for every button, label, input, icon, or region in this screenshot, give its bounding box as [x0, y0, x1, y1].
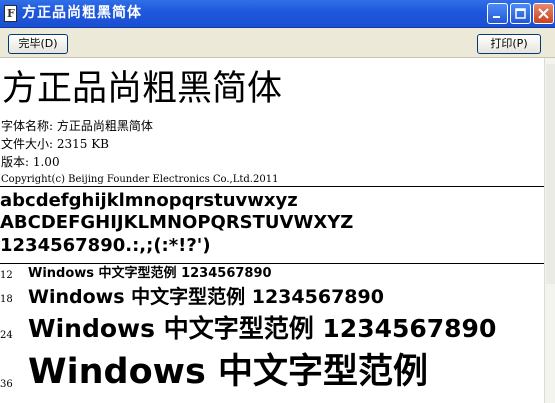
- version-line: 版本: 1.00: [1, 155, 60, 169]
- font-file-icon: F: [4, 5, 17, 22]
- sample-text-36: Windows 中文字型范例: [28, 352, 428, 392]
- size-label-18: 18: [0, 294, 13, 305]
- sample-text-18: Windows 中文字型范例 1234567890: [28, 286, 384, 308]
- copyright-line: Copyright(c) Beijing Founder Electronics…: [1, 174, 279, 185]
- done-button[interactable]: 完毕(D): [8, 34, 68, 54]
- maximize-icon: [515, 8, 526, 19]
- size-label-24: 24: [0, 330, 13, 341]
- window-title: 方正品尚粗黑简体: [22, 5, 142, 21]
- sample-text-24: Windows 中文字型范例 1234567890: [28, 314, 497, 343]
- uppercase-sample: ABCDEFGHIJKLMNOPQRSTUVWXYZ: [0, 212, 354, 233]
- close-button[interactable]: [533, 3, 554, 24]
- scroll-thumb[interactable]: [546, 64, 555, 284]
- title-bar[interactable]: F 方正品尚粗黑简体: [0, 0, 555, 28]
- digits-sample: 1234567890.:,;(:*!?'): [0, 235, 211, 256]
- minimize-icon: [493, 16, 500, 18]
- font-name-line: 字体名称: 方正品尚粗黑简体: [1, 119, 153, 133]
- minimize-button[interactable]: [487, 3, 508, 24]
- size-label-36: 36: [0, 379, 13, 390]
- lowercase-sample: abcdefghijklmnopqrstuvwxyz: [0, 190, 298, 211]
- font-name-display: 方正品尚粗黑简体: [2, 69, 283, 109]
- font-preview: 方正品尚粗黑简体 字体名称: 方正品尚粗黑简体 文件大小: 2315 KB 版本…: [0, 58, 544, 403]
- divider: [0, 263, 544, 264]
- size-label-12: 12: [0, 270, 13, 281]
- print-button[interactable]: 打印(P): [477, 34, 541, 54]
- close-icon: [538, 8, 549, 19]
- sample-text-12: Windows 中文字型范例 1234567890: [28, 266, 272, 281]
- vertical-scrollbar[interactable]: [544, 58, 555, 403]
- divider: [0, 186, 544, 187]
- toolbar: 完毕(D) 打印(P): [0, 28, 555, 58]
- file-size-line: 文件大小: 2315 KB: [1, 137, 109, 151]
- maximize-button[interactable]: [510, 3, 531, 24]
